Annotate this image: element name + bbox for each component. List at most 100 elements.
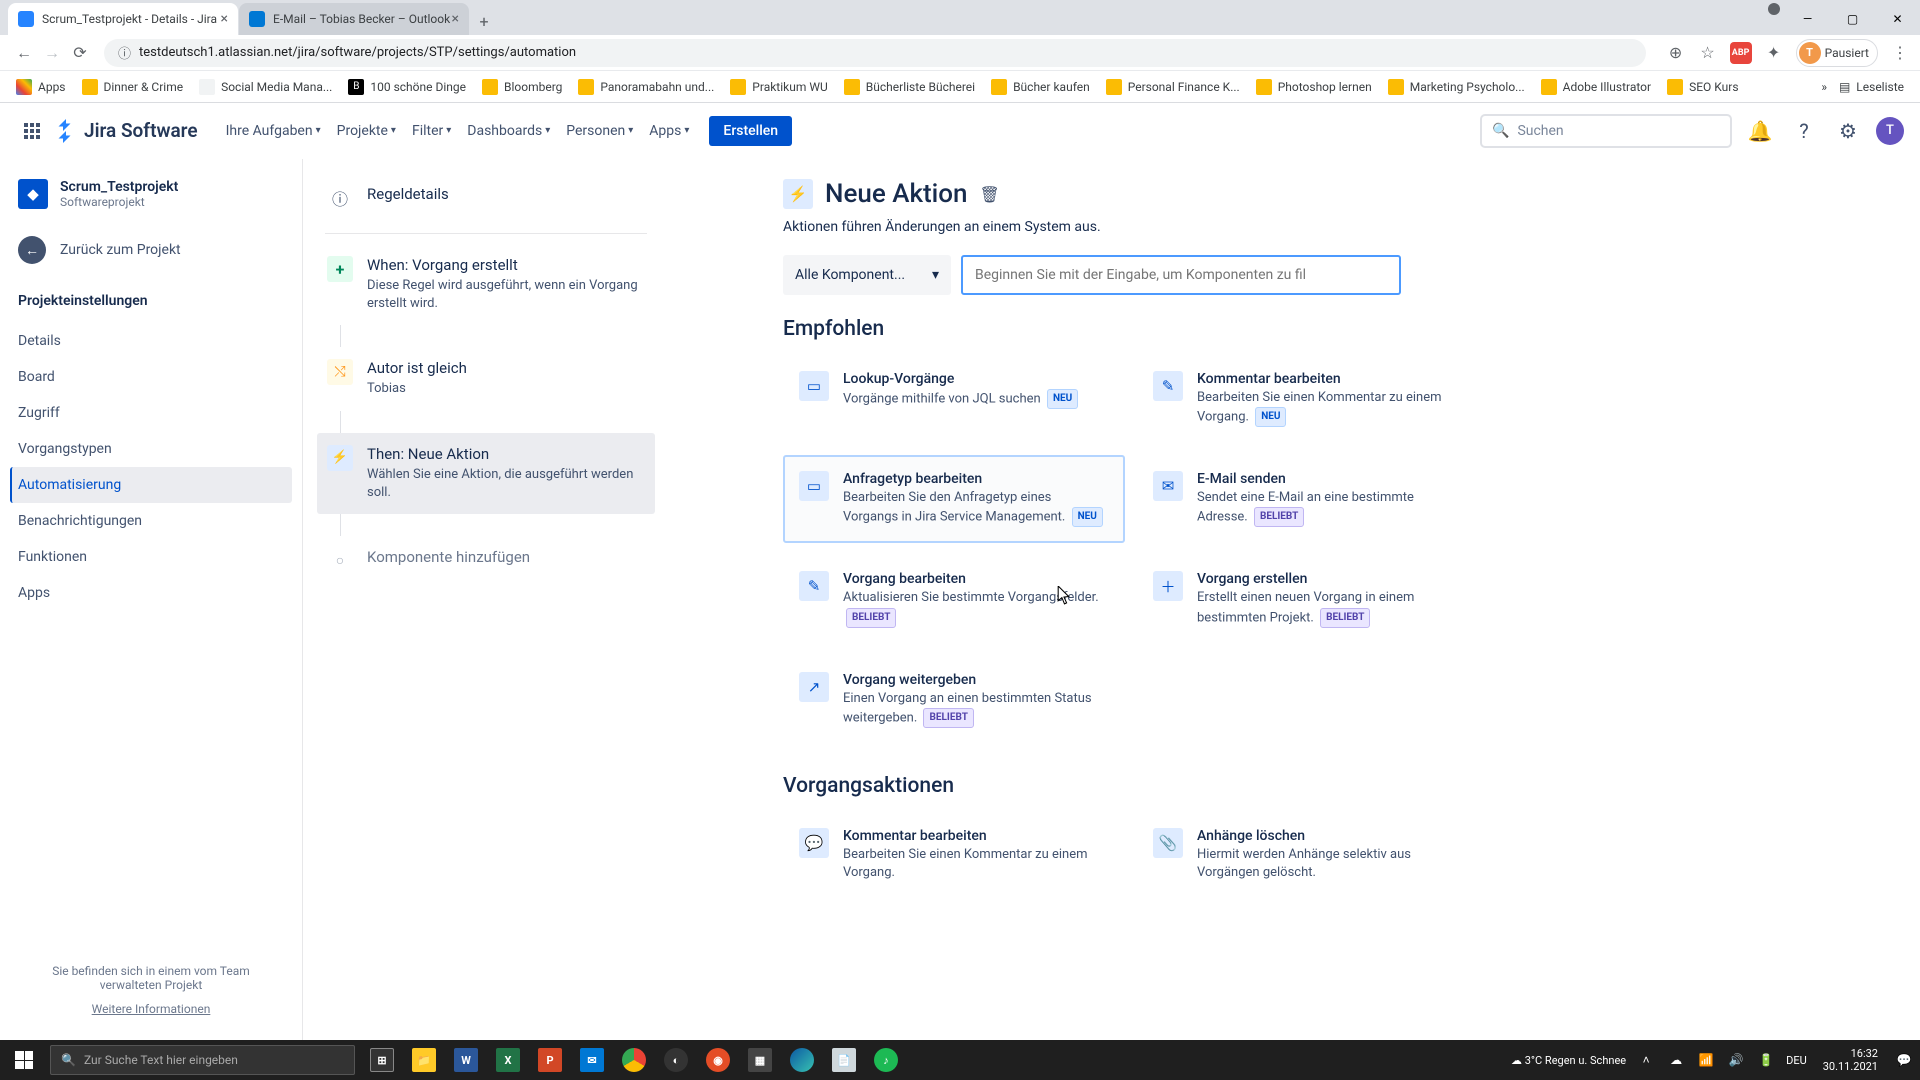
bookmark-item[interactable]: Adobe Illustrator [1535, 75, 1657, 99]
action-card[interactable]: ✉E-Mail sendenSendet eine E-Mail an eine… [1137, 455, 1479, 543]
bookmark-item[interactable]: SEO Kurs [1661, 75, 1744, 99]
nav-your-work[interactable]: Ihre Aufgaben▾ [218, 117, 329, 145]
sidebar-item-features[interactable]: Funktionen [10, 539, 292, 575]
user-avatar[interactable]: T [1876, 117, 1904, 145]
rule-condition-step[interactable]: ⤭ Autor ist gleich Tobias [317, 347, 655, 410]
profile-button[interactable]: T Pausiert [1796, 39, 1878, 67]
abp-extension-icon[interactable]: ABP [1730, 42, 1752, 64]
help-icon[interactable]: ? [1788, 115, 1820, 147]
browser-tab-active[interactable]: Scrum_Testprojekt - Details - Jira × [8, 3, 238, 35]
bookmark-item[interactable]: Marketing Psycholo... [1382, 75, 1531, 99]
tray-chevron-icon[interactable]: ˄ [1636, 1053, 1656, 1067]
battery-icon[interactable]: 🔋 [1756, 1053, 1776, 1067]
volume-icon[interactable]: 🔊 [1726, 1053, 1746, 1067]
file-explorer-icon[interactable]: 📁 [403, 1040, 445, 1080]
apps-button[interactable]: Apps [10, 75, 72, 99]
star-icon[interactable]: ☆ [1698, 43, 1718, 63]
sidebar-item-notifications[interactable]: Benachrichtigungen [10, 503, 292, 539]
action-card[interactable]: 💬Kommentar bearbeitenBearbeiten Sie eine… [783, 812, 1125, 898]
project-header[interactable]: ◆ Scrum_Testprojekt Softwareprojekt [10, 173, 292, 215]
create-button[interactable]: Erstellen [709, 116, 792, 146]
edge-icon[interactable] [781, 1040, 823, 1080]
extensions-icon[interactable]: ✦ [1764, 43, 1784, 63]
bookmark-item[interactable]: B100 schöne Dinge [342, 75, 472, 99]
sidebar-item-automation[interactable]: Automatisierung [10, 467, 292, 503]
maximize-button[interactable]: ▢ [1830, 3, 1875, 35]
action-card[interactable]: ▭Anfragetyp bearbeitenBearbeiten Sie den… [783, 455, 1125, 543]
app-icon[interactable]: ◉ [697, 1040, 739, 1080]
word-icon[interactable]: W [445, 1040, 487, 1080]
bookmark-item[interactable]: Praktikum WU [724, 75, 833, 99]
sidebar-footer-link[interactable]: Weitere Informationen [20, 1002, 282, 1016]
reading-list-button[interactable]: ▤Leseliste [1833, 76, 1910, 98]
nav-apps[interactable]: Apps▾ [641, 117, 697, 145]
action-card[interactable]: ✎Vorgang bearbeitenAktualisieren Sie bes… [783, 555, 1125, 643]
mail-icon[interactable]: ✉ [571, 1040, 613, 1080]
new-tab-button[interactable]: + [470, 7, 498, 35]
search-input[interactable]: 🔍 Suchen [1480, 114, 1732, 148]
bookmark-item[interactable]: Photoshop lernen [1250, 75, 1378, 99]
bookmark-item[interactable]: Personal Finance K... [1100, 75, 1246, 99]
component-filter-dropdown[interactable]: Alle Komponent... ▾ [783, 255, 951, 295]
bookmark-item[interactable]: Bücherliste Bücherei [838, 75, 981, 99]
jira-logo[interactable]: Jira Software [54, 119, 198, 143]
bookmark-item[interactable]: Dinner & Crime [76, 75, 190, 99]
weather-widget[interactable]: ☁ 3°C Regen u. Schnee [1511, 1054, 1626, 1067]
bookmark-item[interactable]: Bücher kaufen [985, 75, 1096, 99]
language-indicator[interactable]: DEU [1786, 1054, 1807, 1067]
notification-center-icon[interactable]: 💬 [1894, 1053, 1914, 1067]
action-card[interactable]: ＋Vorgang erstellenErstellt einen neuen V… [1137, 555, 1479, 643]
sidebar-item-board[interactable]: Board [10, 359, 292, 395]
sidebar-item-issuetypes[interactable]: Vorgangstypen [10, 431, 292, 467]
rule-trigger-step[interactable]: + When: Vorgang erstellt Diese Regel wir… [317, 244, 655, 325]
bookmarks-overflow[interactable]: » [1821, 80, 1827, 94]
back-to-project[interactable]: ← Zurück zum Projekt [10, 227, 292, 273]
taskbar-search[interactable]: 🔍 Zur Suche Text hier eingeben [50, 1045, 355, 1075]
action-card[interactable]: ↗Vorgang weitergebenEinen Vorgang an ein… [783, 656, 1125, 744]
app-switcher-icon[interactable] [16, 115, 48, 147]
add-component-step[interactable]: ○ Komponente hinzufügen [317, 536, 655, 586]
nav-people[interactable]: Personen▾ [558, 117, 641, 145]
app-icon[interactable]: ◐ [655, 1040, 697, 1080]
notepad-icon[interactable]: 📄 [823, 1040, 865, 1080]
zoom-icon[interactable]: ⊕ [1666, 43, 1686, 63]
bookmark-item[interactable]: Social Media Mana... [193, 75, 338, 99]
action-card[interactable]: ✎Kommentar bearbeitenBearbeiten Sie eine… [1137, 355, 1479, 443]
close-icon[interactable]: × [221, 11, 228, 27]
close-window-button[interactable]: ✕ [1875, 3, 1920, 35]
chrome-icon[interactable] [613, 1040, 655, 1080]
minimize-button[interactable]: — [1785, 3, 1830, 35]
app-icon[interactable]: ▦ [739, 1040, 781, 1080]
action-card[interactable]: ▭Lookup-VorgängeVorgänge mithilfe von JQ… [783, 355, 1125, 443]
start-button[interactable] [0, 1040, 48, 1080]
task-view-icon[interactable]: ⊞ [361, 1040, 403, 1080]
nav-filters[interactable]: Filter▾ [404, 117, 459, 145]
rule-details-step[interactable]: ⓘ Regeldetails [317, 173, 655, 223]
chrome-account-dot[interactable] [1768, 3, 1780, 15]
excel-icon[interactable]: X [487, 1040, 529, 1080]
nav-dashboards[interactable]: Dashboards▾ [459, 117, 558, 145]
wifi-icon[interactable]: 📶 [1696, 1053, 1716, 1067]
back-button[interactable]: ← [10, 39, 38, 67]
notifications-icon[interactable]: 🔔 [1744, 115, 1776, 147]
sidebar-item-access[interactable]: Zugriff [10, 395, 292, 431]
component-search-input[interactable] [961, 255, 1401, 295]
close-icon[interactable]: × [452, 11, 459, 27]
sidebar-item-apps[interactable]: Apps [10, 575, 292, 611]
bookmark-item[interactable]: Bloomberg [476, 75, 568, 99]
menu-icon[interactable]: ⋮ [1890, 43, 1910, 63]
site-info-icon[interactable]: ⓘ [118, 43, 131, 62]
sidebar-item-details[interactable]: Details [10, 323, 292, 359]
nav-projects[interactable]: Projekte▾ [329, 117, 404, 145]
settings-icon[interactable]: ⚙ [1832, 115, 1864, 147]
powerpoint-icon[interactable]: P [529, 1040, 571, 1080]
spotify-icon[interactable]: ♪ [865, 1040, 907, 1080]
browser-tab-inactive[interactable]: E-Mail – Tobias Becker – Outlook × [239, 3, 469, 35]
address-bar[interactable]: ⓘ testdeutsch1.atlassian.net/jira/softwa… [104, 39, 1646, 67]
action-card[interactable]: 📎Anhänge löschenHiermit werden Anhänge s… [1137, 812, 1479, 898]
forward-button[interactable]: → [38, 39, 66, 67]
delete-icon[interactable]: 🗑 [980, 185, 1000, 204]
reload-button[interactable]: ⟳ [66, 39, 94, 67]
clock[interactable]: 16:32 30.11.2021 [1817, 1047, 1884, 1073]
bookmark-item[interactable]: Panoramabahn und... [572, 75, 720, 99]
